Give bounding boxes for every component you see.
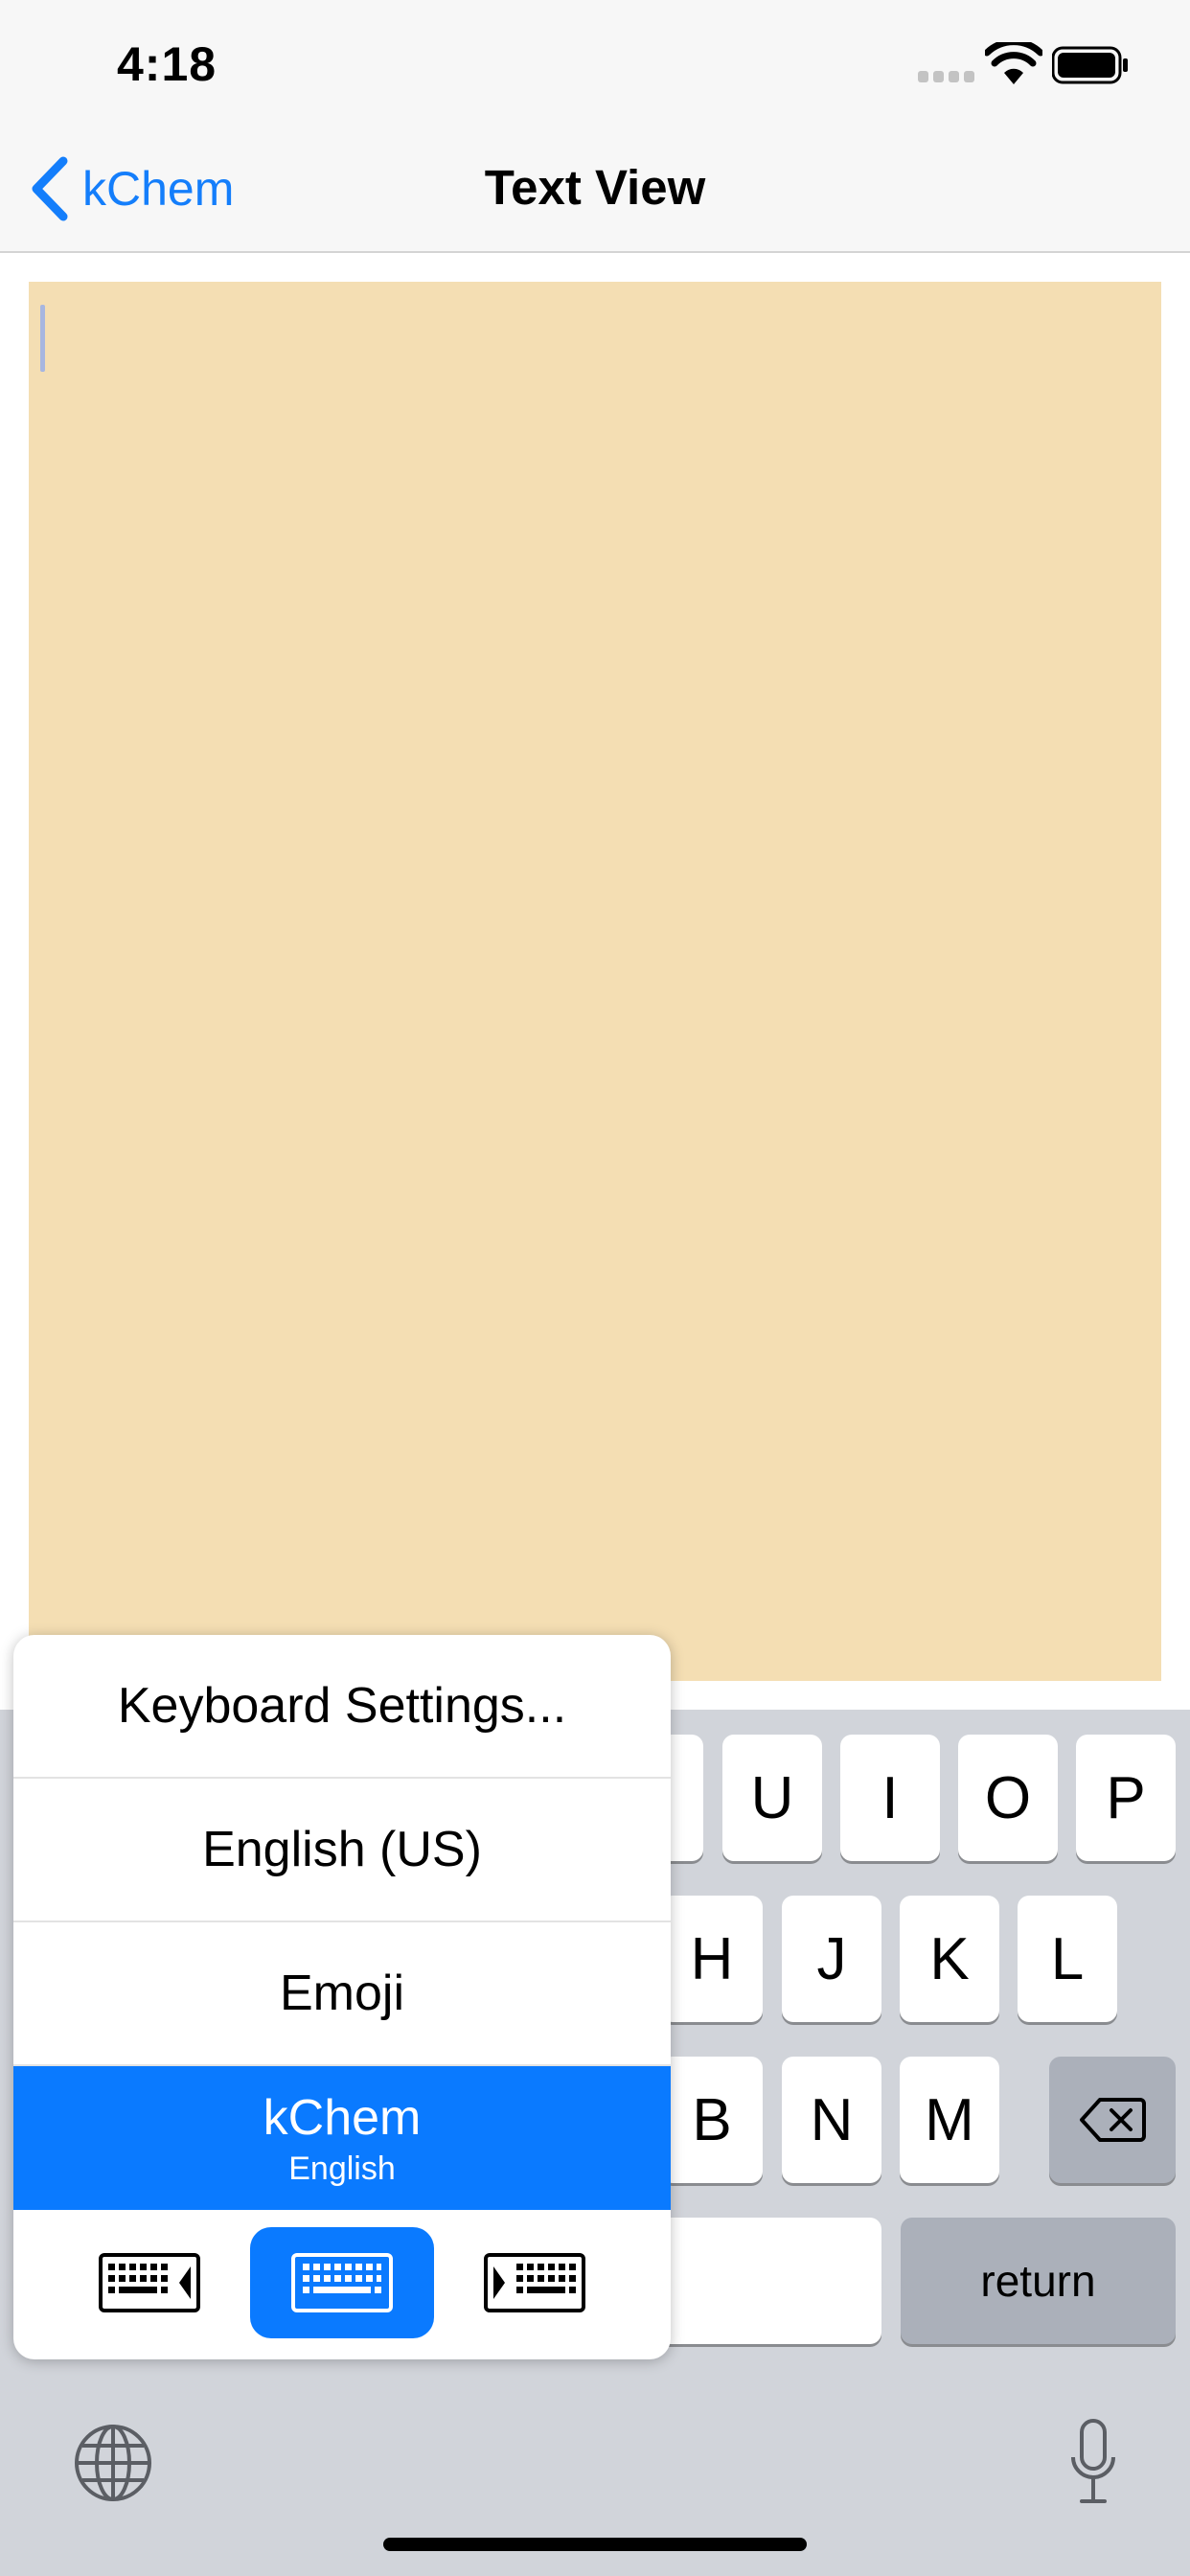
keyboard-layout-selector	[13, 2210, 671, 2359]
wifi-icon	[985, 42, 1042, 84]
delete-key[interactable]	[1049, 2057, 1176, 2183]
keyboard-left-button[interactable]	[57, 2227, 241, 2338]
key-i[interactable]: I	[840, 1735, 940, 1861]
back-button-label: kChem	[82, 162, 235, 216]
keyboard-right-button[interactable]	[443, 2227, 627, 2338]
key-h[interactable]: H	[661, 1896, 763, 2022]
keyboard-right-icon	[484, 2253, 585, 2312]
chevron-left-icon	[32, 156, 68, 221]
key-o[interactable]: O	[958, 1735, 1058, 1861]
input-mode-menu: Keyboard Settings... English (US) Emoji …	[13, 1635, 671, 2359]
menu-item-sublabel: English	[288, 2150, 396, 2187]
menu-item-label: Emoji	[279, 1966, 405, 2021]
back-button[interactable]: kChem	[29, 155, 234, 222]
key-n[interactable]: N	[782, 2057, 881, 2183]
menu-item-label: kChem	[263, 2089, 422, 2146]
globe-icon[interactable]	[73, 2423, 153, 2503]
return-key[interactable]: return	[901, 2218, 1176, 2344]
key-b[interactable]: B	[661, 2057, 763, 2183]
key-j[interactable]: J	[782, 1896, 881, 2022]
key-m[interactable]: M	[900, 2057, 999, 2183]
cellular-signal-icon	[918, 71, 975, 82]
text-cursor	[40, 305, 45, 372]
keyboard-full-icon	[291, 2253, 393, 2312]
status-bar: 4:18	[0, 0, 1190, 126]
battery-icon	[1052, 46, 1128, 84]
keyboard-full-button[interactable]	[250, 2227, 434, 2338]
keyboard-left-icon	[99, 2253, 200, 2312]
key-u[interactable]: U	[722, 1735, 822, 1861]
navigation-bar: Text View kChem	[0, 126, 1190, 253]
key-k[interactable]: K	[900, 1896, 999, 2022]
text-view[interactable]	[29, 282, 1161, 1681]
menu-item-keyboard-settings[interactable]: Keyboard Settings...	[13, 1635, 671, 1779]
menu-item-kchem[interactable]: kChem English	[13, 2066, 671, 2210]
status-time: 4:18	[117, 37, 217, 91]
home-indicator	[383, 2538, 807, 2551]
menu-item-english-us[interactable]: English (US)	[13, 1779, 671, 1922]
menu-item-label: English (US)	[202, 1822, 482, 1877]
key-l[interactable]: L	[1018, 1896, 1117, 2022]
menu-item-label: Keyboard Settings...	[117, 1678, 567, 1734]
backspace-icon	[1080, 2098, 1146, 2142]
menu-item-emoji[interactable]: Emoji	[13, 1922, 671, 2066]
key-p[interactable]: P	[1076, 1735, 1176, 1861]
microphone-icon[interactable]	[1069, 2419, 1117, 2505]
